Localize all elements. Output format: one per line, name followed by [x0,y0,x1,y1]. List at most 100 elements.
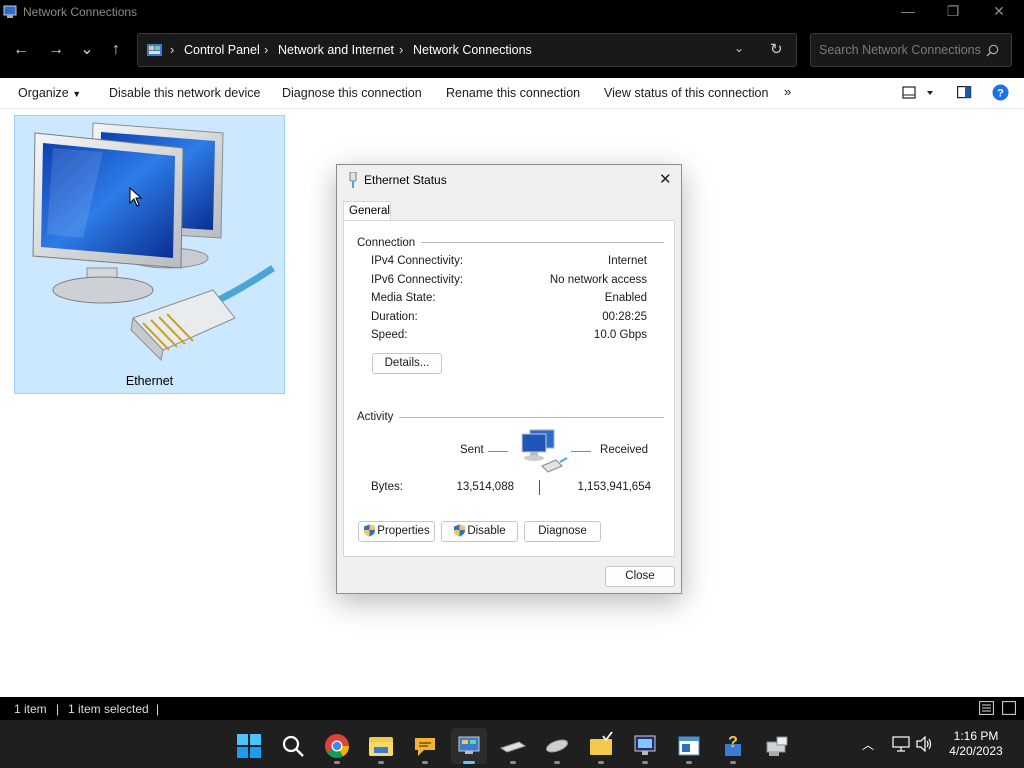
sent-line [488,451,508,452]
file-explorer-icon [369,737,393,756]
breadcrumb-separator[interactable]: › [399,42,403,57]
disable-button[interactable]: Disable [441,521,518,542]
more-commands-button[interactable]: » [784,84,791,99]
help-icon: ? [725,734,741,756]
breadcrumb-network-connections[interactable]: Network Connections [413,43,532,57]
general-tab-panel: Connection IPv4 Connectivity: Internet I… [343,220,675,557]
view-status-button[interactable]: View status of this connection [604,86,768,100]
help-icon[interactable]: ? [992,84,1009,101]
network-status-icon[interactable] [892,736,910,752]
speed-label: Speed: [371,329,408,341]
media-state-label: Media State: [371,292,436,304]
taskbar-mouse-app[interactable] [539,728,575,764]
rename-connection-button[interactable]: Rename this connection [446,86,580,100]
diagnose-button[interactable]: Diagnose [524,521,601,542]
forward-button[interactable]: → [43,38,69,62]
taskbar-feedback[interactable] [407,728,443,764]
folder-check-icon [590,731,613,755]
tray-overflow-chevron-icon[interactable]: ︿ [862,736,874,753]
chevron-down-icon: ▼ [72,89,82,99]
bytes-received-value: 1,153,941,654 [577,481,651,493]
taskbar-network-printer[interactable] [759,728,795,764]
change-view-icon[interactable] [902,86,934,100]
taskbar: ? ︿ 1:16 PM 4/20/2023 [0,720,1024,768]
preview-pane-icon[interactable] [957,86,972,99]
status-separator: | [156,702,160,716]
organize-button[interactable]: Organize ▼ [18,86,81,100]
selected-count: 1 item selected [68,702,149,716]
details-button[interactable]: Details... [372,353,442,374]
activity-divider [358,417,664,418]
taskbar-file-explorer[interactable] [363,728,399,764]
bytes-divider [539,480,540,495]
clock[interactable]: 1:16 PM 4/20/2023 [934,729,1018,759]
dialog-title: Ethernet Status [364,173,447,187]
running-indicator [598,761,604,764]
running-indicator [686,761,692,764]
search-placeholder: Search Network Connections [819,43,981,57]
refresh-icon[interactable]: ↻ [770,40,783,58]
details-view-icon[interactable] [979,701,994,715]
network-connections-icon [458,736,480,754]
taskbar-window-app[interactable] [671,728,707,764]
mouse-icon [546,739,568,753]
taskbar-help-app[interactable]: ? [715,728,751,764]
taskbar-folder-app[interactable] [583,728,619,764]
taskbar-search-button[interactable] [275,728,311,764]
taskbar-chrome[interactable] [319,728,355,764]
svg-text:?: ? [728,734,738,751]
taskbar-eraser-app[interactable] [495,728,531,764]
back-button[interactable]: ← [8,38,34,62]
network-connections-app-icon [3,5,17,18]
search-icon [282,735,304,757]
close-button[interactable]: Close [605,566,675,587]
navigation-bar: ← → ⌄ ↑ › Control Panel › Network and In… [0,24,1024,78]
tab-general[interactable]: General [343,201,391,221]
diagnose-connection-button[interactable]: Diagnose this connection [282,86,422,100]
taskbar-network-connections[interactable] [451,728,487,764]
disable-label: Disable [467,525,506,537]
received-label: Received [600,444,648,456]
command-bar: Organize ▼ Disable this network device D… [0,78,1024,109]
chrome-icon [325,734,349,759]
activity-group-label: Activity [357,411,400,423]
activity-computers-icon [521,429,568,473]
maximize-button[interactable]: ❐ [930,2,976,22]
running-indicator [334,761,340,764]
disable-device-button[interactable]: Disable this network device [109,86,260,100]
window-app-icon [678,736,700,756]
taskbar-display-app[interactable] [627,728,663,764]
address-bar[interactable]: › Control Panel › Network and Internet ›… [137,33,797,67]
start-button[interactable] [231,728,267,764]
svg-text:?: ? [997,88,1004,100]
breadcrumb-separator: › [170,42,175,57]
ethernet-plug-icon [349,172,357,188]
ipv6-label: IPv6 Connectivity: [371,274,464,286]
close-window-button[interactable]: ✕ [976,2,1022,22]
eraser-icon [499,741,527,753]
minimize-button[interactable]: — [885,2,931,22]
search-input[interactable]: Search Network Connections [810,33,1012,67]
bytes-sent-value: 13,514,088 [456,481,514,493]
search-icon[interactable] [986,44,999,57]
media-state-value: Enabled [604,292,647,304]
ethernet-connection-item[interactable]: Ethernet [14,115,285,394]
dialog-close-icon[interactable]: ✕ [659,170,672,188]
recent-locations-button[interactable]: ⌄ [74,38,100,62]
breadcrumb-network-and-internet[interactable]: Network and Internet [278,43,394,57]
running-indicator [642,761,648,764]
title-bar: Network Connections — ❐ ✕ [0,0,1024,24]
up-button[interactable]: ↑ [103,38,129,62]
volume-icon[interactable] [916,736,934,752]
organize-label: Organize [18,86,69,100]
properties-label: Properties [377,525,430,537]
running-indicator [510,761,516,764]
breadcrumb-separator[interactable]: › [264,42,268,57]
window-title: Network Connections [23,5,138,19]
properties-button[interactable]: Properties [358,521,435,542]
ipv4-label: IPv4 Connectivity: [371,255,464,267]
ipv6-value: No network access [549,274,647,286]
large-icons-view-icon[interactable] [1002,701,1016,715]
breadcrumb-control-panel[interactable]: Control Panel [184,43,260,57]
address-dropdown-icon[interactable]: ⌄ [734,41,744,55]
